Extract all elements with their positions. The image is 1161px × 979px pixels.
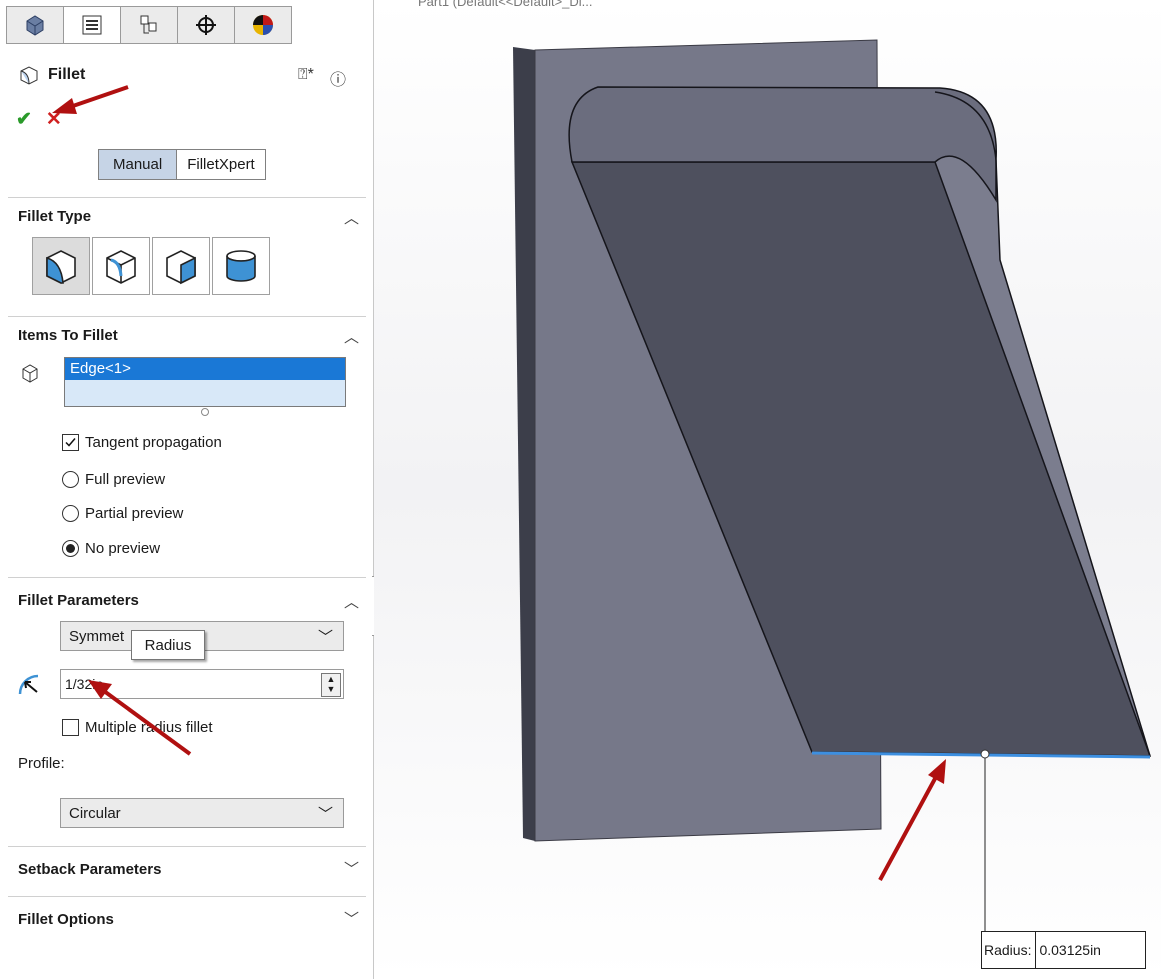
radius-callout-value[interactable]: 0.03125in	[1036, 932, 1145, 968]
edge-handle-point[interactable]	[980, 749, 990, 759]
arrow-to-edge	[878, 774, 939, 881]
model-drawing	[52, 39, 1152, 945]
radius-callout-label: Radius:	[982, 932, 1037, 968]
back-plate-side	[513, 47, 535, 841]
arrow-to-radius	[102, 689, 192, 756]
arrow-head-icon	[928, 759, 946, 784]
radius-callout[interactable]: Radius: 0.03125in	[981, 931, 1147, 969]
arrow-head-icon	[52, 98, 77, 114]
arrow-to-ok	[69, 85, 129, 109]
